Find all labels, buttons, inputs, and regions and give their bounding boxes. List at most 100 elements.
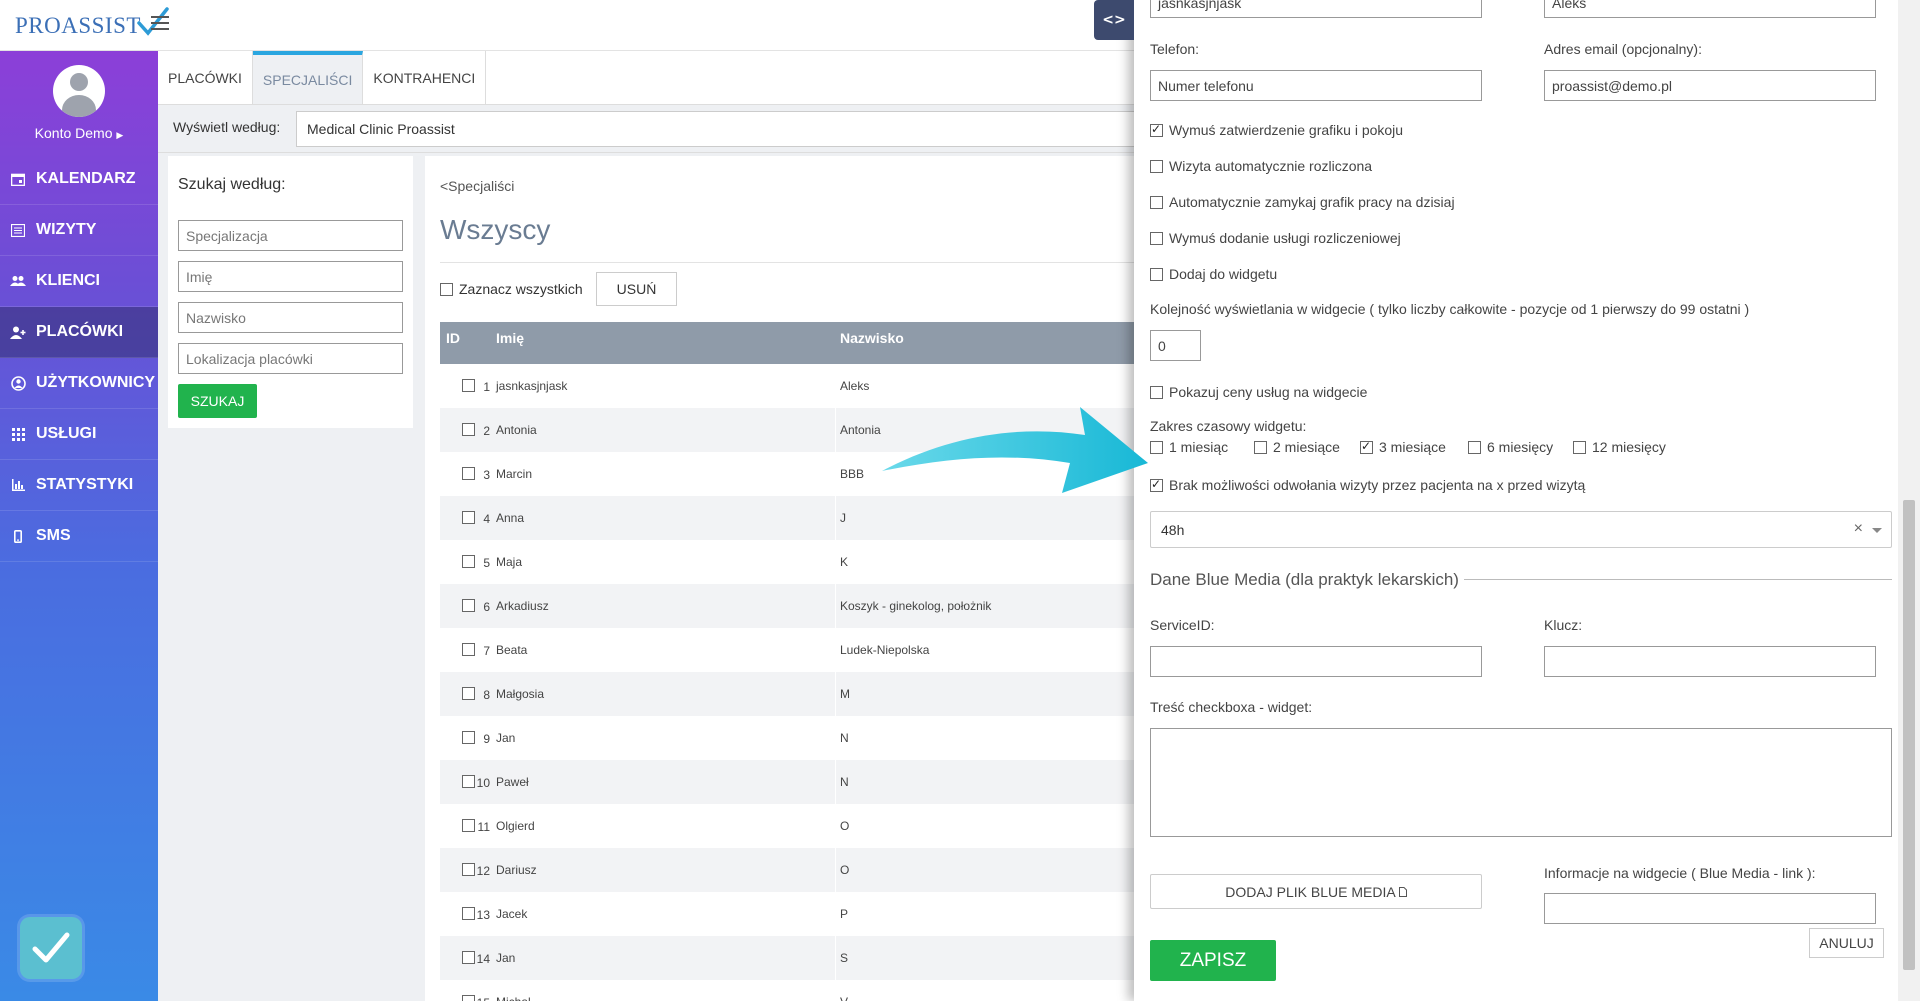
tab-kontrahenci[interactable]: KONTRAHENCI xyxy=(363,51,487,104)
cancellation-time-select[interactable]: 48h × xyxy=(1150,511,1892,548)
auto-settled-checkbox[interactable]: Wizyta automatycznie rozliczona xyxy=(1150,158,1372,174)
checkbox[interactable] xyxy=(1150,159,1163,173)
table-row[interactable]: 1 jasnkasjnjask Aleks xyxy=(440,364,1134,408)
key-field[interactable] xyxy=(1544,646,1876,677)
scrollbar[interactable] xyxy=(1898,0,1920,1001)
back-link[interactable]: <Specjaliści xyxy=(440,178,514,194)
row-checkbox[interactable] xyxy=(462,687,481,703)
column-header-id[interactable]: ID xyxy=(446,330,460,346)
widget-order-field[interactable]: 0 xyxy=(1150,330,1201,361)
table-row[interactable]: 9 Jan N xyxy=(440,716,1134,760)
email-field[interactable]: proassist@demo.pl xyxy=(1544,70,1876,101)
sidebar-item-uslugi[interactable]: USŁUGI xyxy=(0,409,158,460)
row-checkbox[interactable] xyxy=(462,599,481,615)
checkbox[interactable] xyxy=(1150,477,1163,492)
first-name-input[interactable]: Imię xyxy=(178,261,403,292)
table-row[interactable]: 5 Maja K xyxy=(440,540,1134,584)
checkbox[interactable] xyxy=(1360,439,1373,454)
row-checkbox[interactable] xyxy=(462,555,481,571)
add-to-widget-checkbox[interactable]: Dodaj do widgetu xyxy=(1150,266,1277,282)
row-checkbox[interactable] xyxy=(462,731,481,747)
tab-specjalisci[interactable]: SPECJALIŚCI xyxy=(252,51,364,104)
no-cancellation-checkbox[interactable]: Brak możliwości odwołania wizyty przez p… xyxy=(1150,477,1585,493)
phone-field[interactable]: Numer telefonu xyxy=(1150,70,1482,101)
checkbox[interactable] xyxy=(1150,385,1163,399)
first-name-field[interactable]: jasnkasjnjask xyxy=(1150,0,1482,18)
code-toggle-icon[interactable]: <> xyxy=(1094,0,1134,40)
row-checkbox[interactable] xyxy=(462,775,481,791)
scrollbar-thumb[interactable] xyxy=(1903,500,1915,970)
table-row[interactable]: 13 Jacek P xyxy=(440,892,1134,936)
force-billing-service-checkbox[interactable]: Wymuś dodanie usługi rozliczeniowej xyxy=(1150,230,1401,246)
row-checkbox[interactable] xyxy=(462,379,481,395)
profile-name[interactable]: Konto Demo ▶ xyxy=(0,125,158,141)
sidebar-item-sms[interactable]: SMS xyxy=(0,511,158,562)
checkbox[interactable] xyxy=(1150,440,1163,454)
checkbox[interactable] xyxy=(1150,122,1163,137)
tab-placowki[interactable]: PLACÓWKI xyxy=(158,51,253,104)
show-prices-checkbox[interactable]: Pokazuj ceny usług na widgecie xyxy=(1150,384,1367,400)
row-checkbox[interactable] xyxy=(462,907,481,923)
range-2-months-checkbox[interactable]: 2 miesiące xyxy=(1254,439,1340,455)
checkbox[interactable] xyxy=(1573,440,1586,454)
checkbox[interactable] xyxy=(1150,195,1163,209)
logo[interactable]: PROASSIST xyxy=(15,7,169,44)
service-id-field[interactable] xyxy=(1150,646,1482,677)
sidebar-item-wizyty[interactable]: WIZYTY xyxy=(0,205,158,256)
table-row[interactable]: 10 Paweł N xyxy=(440,760,1134,804)
select-all-checkbox[interactable]: Zaznacz wszystkich xyxy=(440,281,583,297)
checkbox[interactable] xyxy=(1254,440,1267,454)
specialization-input[interactable]: Specjalizacja xyxy=(178,220,403,251)
widget-info-field[interactable] xyxy=(1544,893,1876,924)
table-row[interactable]: 15MichałV xyxy=(440,980,1134,1001)
range-1-month-checkbox[interactable]: 1 miesiąc xyxy=(1150,439,1228,455)
check-badge-icon[interactable] xyxy=(20,917,82,979)
row-checkbox[interactable] xyxy=(462,951,481,967)
table-row[interactable]: 7 Beata Ludek-Niepolska xyxy=(440,628,1134,672)
row-checkbox[interactable] xyxy=(462,863,481,879)
checkbox[interactable] xyxy=(1468,440,1481,454)
table-row[interactable]: 14 Jan S xyxy=(440,936,1134,980)
table-row[interactable]: 3 Marcin BBB xyxy=(440,452,1134,496)
row-checkbox[interactable] xyxy=(462,819,481,835)
profile[interactable]: Konto Demo ▶ xyxy=(0,51,158,154)
table-row[interactable]: 6 Arkadiusz Koszyk - ginekolog, położnik xyxy=(440,584,1134,628)
location-input[interactable]: Lokalizacja placówki xyxy=(178,343,403,374)
row-checkbox[interactable] xyxy=(462,423,481,439)
range-3-months-checkbox[interactable]: 3 miesiące xyxy=(1360,439,1446,455)
checkbox[interactable] xyxy=(440,282,453,296)
force-schedule-approval-checkbox[interactable]: Wymuś zatwierdzenie grafiku i pokoju xyxy=(1150,122,1403,138)
sidebar-item-kalendarz[interactable]: KALENDARZ xyxy=(0,154,158,205)
checkbox[interactable] xyxy=(1150,231,1163,245)
clear-icon[interactable]: × xyxy=(1854,520,1863,538)
row-checkbox[interactable] xyxy=(462,467,481,483)
table-row[interactable]: 8 Małgosia M xyxy=(440,672,1134,716)
delete-button[interactable]: USUŃ xyxy=(596,272,677,306)
table-row[interactable]: 4 Anna J xyxy=(440,496,1134,540)
range-6-months-checkbox[interactable]: 6 miesięcy xyxy=(1468,439,1553,455)
clinic-select[interactable]: Medical Clinic Proassist xyxy=(296,111,1146,147)
table-row[interactable]: 2 Antonia Antonia xyxy=(440,408,1134,452)
save-button[interactable]: ZAPISZ xyxy=(1150,940,1276,981)
auto-close-schedule-checkbox[interactable]: Automatycznie zamykaj grafik pracy na dz… xyxy=(1150,194,1455,210)
range-12-months-checkbox[interactable]: 12 miesięcy xyxy=(1573,439,1666,455)
last-name-input[interactable]: Nazwisko xyxy=(178,302,403,333)
table-row[interactable]: 11 Olgierd O xyxy=(440,804,1134,848)
checkbox[interactable] xyxy=(1150,267,1163,281)
sidebar-item-statystyki[interactable]: STATYSTYKI xyxy=(0,460,158,511)
row-checkbox[interactable] xyxy=(462,511,481,527)
chevron-down-icon[interactable] xyxy=(1872,528,1882,533)
column-header-last-name[interactable]: Nazwisko xyxy=(840,330,904,346)
cancel-button[interactable]: ANULUJ xyxy=(1809,928,1884,958)
sidebar-item-uzytkownicy[interactable]: UŻYTKOWNICY xyxy=(0,358,158,409)
column-header-first-name[interactable]: Imię xyxy=(496,330,524,346)
hamburger-menu-icon[interactable] xyxy=(151,16,169,32)
sidebar-item-placowki[interactable]: PLACÓWKI xyxy=(0,307,158,358)
row-checkbox[interactable] xyxy=(462,995,481,1001)
table-row[interactable]: 12 Dariusz O xyxy=(440,848,1134,892)
last-name-field[interactable]: Aleks xyxy=(1544,0,1876,18)
search-button[interactable]: SZUKAJ xyxy=(178,384,257,418)
sidebar-item-klienci[interactable]: KLIENCI xyxy=(0,256,158,307)
row-checkbox[interactable] xyxy=(462,643,481,659)
checkbox-text-textarea[interactable] xyxy=(1150,728,1892,837)
